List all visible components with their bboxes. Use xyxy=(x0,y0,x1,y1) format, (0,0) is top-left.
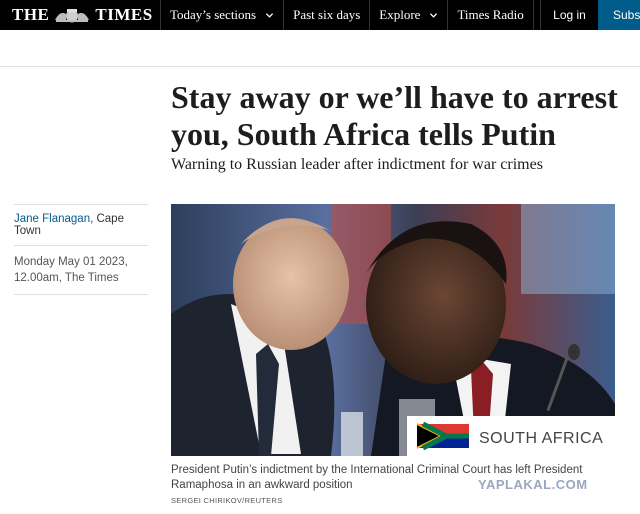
nav-spacer xyxy=(532,0,540,30)
times-logo[interactable]: THE TIMES xyxy=(0,0,160,30)
nav-item-label: Times Radio xyxy=(457,7,524,22)
top-nav-bar: THE TIMES Today’s sections Past six days… xyxy=(0,0,640,30)
nav-explore[interactable]: Explore xyxy=(369,0,447,30)
article-photo[interactable]: SOUTH AFRICA xyxy=(171,204,615,456)
nav-todays-sections[interactable]: Today’s sections xyxy=(160,0,283,30)
login-button[interactable]: Log in xyxy=(540,0,598,30)
login-label: Log in xyxy=(553,8,586,22)
byline-block: Jane Flanagan, Cape Town Monday May 01 2… xyxy=(14,204,148,295)
photo-illustration: SOUTH AFRICA xyxy=(171,204,615,456)
nav-item-label: Today’s sections xyxy=(170,7,257,22)
photo-credit: SERGEI CHIRIKOV/REUTERS xyxy=(171,496,283,505)
nav-past-six-days[interactable]: Past six days xyxy=(283,0,369,30)
publish-time-source: 12.00am, The Times xyxy=(14,272,119,284)
article-standfirst: Warning to Russian leader after indictme… xyxy=(171,156,543,173)
header-divider xyxy=(0,66,640,67)
crest-icon xyxy=(55,9,90,23)
south-africa-flag-icon xyxy=(416,421,469,451)
chevron-down-icon xyxy=(430,12,438,18)
nav-times-radio[interactable]: Times Radio xyxy=(447,0,532,30)
chevron-down-icon xyxy=(266,12,274,18)
dateline: Monday May 01 2023, 12.00am, The Times xyxy=(14,246,148,295)
byline: Jane Flanagan, Cape Town xyxy=(14,205,148,246)
author-link[interactable]: Jane Flanagan xyxy=(14,213,90,225)
subscribe-button[interactable]: Subscribe xyxy=(598,0,640,30)
publish-date: Monday May 01 2023, xyxy=(14,256,128,268)
nav-item-label: Explore xyxy=(379,7,421,22)
logo-text-times: TIMES xyxy=(95,5,153,24)
site-watermark: YAPLAKAL.COM xyxy=(478,477,588,492)
subscribe-label: Subscribe xyxy=(613,8,640,22)
article-headline: Stay away or we’ll have to arrest you, S… xyxy=(171,79,618,152)
nav-item-label: Past six days xyxy=(293,7,361,22)
placard-text: SOUTH AFRICA xyxy=(479,430,603,447)
logo-text-the: THE xyxy=(12,5,50,24)
